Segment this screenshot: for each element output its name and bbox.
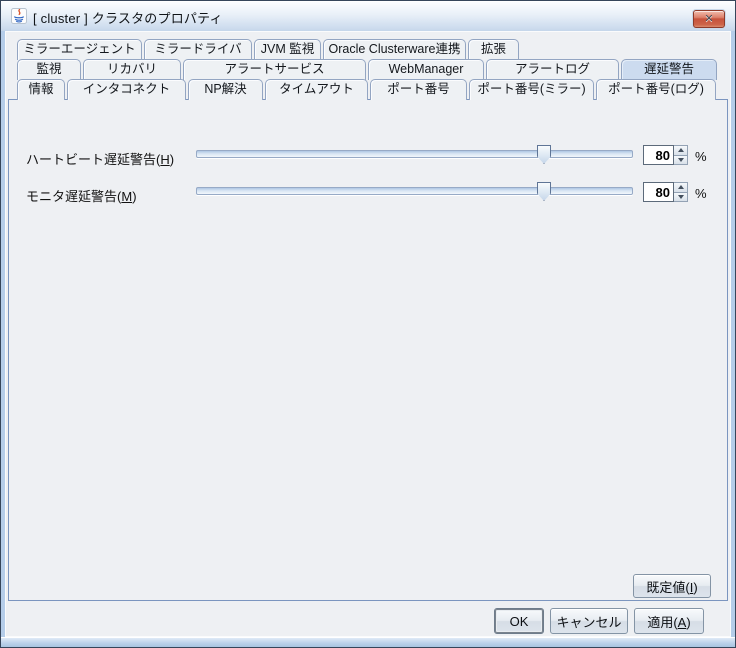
heartbeat-delay-input[interactable] bbox=[643, 145, 674, 165]
window-title: [ cluster ] クラスタのプロパティ bbox=[33, 8, 223, 27]
spinner-down-button[interactable] bbox=[674, 193, 688, 203]
titlebar[interactable]: [ cluster ] クラスタのプロパティ ✕ bbox=[1, 1, 735, 31]
button-text: ) bbox=[693, 580, 697, 595]
heartbeat-delay-spinner bbox=[643, 145, 688, 165]
arrow-down-icon bbox=[678, 195, 684, 199]
tab-port-number-mirror[interactable]: ポート番号(ミラー) bbox=[469, 79, 594, 100]
slider-track[interactable] bbox=[196, 187, 633, 195]
tab-recovery[interactable]: リカバリ bbox=[83, 59, 181, 80]
heartbeat-delay-slider[interactable] bbox=[196, 145, 633, 165]
tab-mirror-agent[interactable]: ミラーエージェント bbox=[17, 39, 142, 60]
ok-button[interactable]: OK bbox=[494, 608, 544, 634]
arrow-down-icon bbox=[678, 158, 684, 162]
window-bottom-frame bbox=[1, 637, 735, 647]
monitor-delay-label: モニタ遅延警告(M) bbox=[26, 186, 137, 205]
slider-thumb[interactable] bbox=[537, 145, 551, 164]
arrow-up-icon bbox=[678, 185, 684, 189]
label-text: ) bbox=[132, 189, 136, 204]
spinner-buttons bbox=[674, 182, 688, 202]
monitor-delay-input[interactable] bbox=[643, 182, 674, 202]
spinner-buttons bbox=[674, 145, 688, 165]
button-text: 適用( bbox=[647, 615, 677, 630]
tab-row-1: ミラーエージェント ミラードライバ JVM 監視 Oracle Clusterw… bbox=[17, 39, 519, 60]
tab-interconnect[interactable]: インタコネクト bbox=[67, 79, 186, 100]
tab-jvm-monitor[interactable]: JVM 監視 bbox=[254, 39, 321, 60]
tab-delay-warning[interactable]: 遅延警告 bbox=[621, 59, 717, 80]
tab-timeout[interactable]: タイムアウト bbox=[265, 79, 368, 100]
tab-mirror-driver[interactable]: ミラードライバ bbox=[144, 39, 252, 60]
apply-button[interactable]: 適用(A) bbox=[634, 608, 704, 634]
tab-port-number-log[interactable]: ポート番号(ログ) bbox=[596, 79, 716, 100]
button-text: ) bbox=[686, 615, 690, 630]
label-text: ) bbox=[170, 152, 174, 167]
tab-oracle-clusterware[interactable]: Oracle Clusterware連携 bbox=[323, 39, 466, 60]
java-icon bbox=[11, 8, 27, 24]
heartbeat-delay-label: ハートビート遅延警告(H) bbox=[26, 149, 174, 168]
spinner-up-button[interactable] bbox=[674, 182, 688, 193]
slider-thumb[interactable] bbox=[537, 182, 551, 201]
defaults-button[interactable]: 既定値(I) bbox=[633, 574, 711, 598]
tab-extension[interactable]: 拡張 bbox=[468, 39, 519, 60]
tab-monitor[interactable]: 監視 bbox=[17, 59, 81, 80]
arrow-up-icon bbox=[678, 148, 684, 152]
slider-track[interactable] bbox=[196, 150, 633, 158]
tab-row-3: 情報 インタコネクト NP解決 タイムアウト ポート番号 ポート番号(ミラー) … bbox=[17, 79, 716, 100]
close-button[interactable]: ✕ bbox=[693, 10, 725, 28]
delay-warning-panel: ハートビート遅延警告(H) % モニタ遅延警告(M) bbox=[8, 99, 728, 601]
tab-alert-log[interactable]: アラートログ bbox=[486, 59, 619, 80]
label-mnemonic: M bbox=[121, 189, 132, 204]
monitor-delay-slider[interactable] bbox=[196, 182, 633, 202]
tab-info[interactable]: 情報 bbox=[17, 79, 65, 100]
label-text: モニタ遅延警告( bbox=[26, 189, 121, 204]
tab-np-resolution[interactable]: NP解決 bbox=[188, 79, 263, 100]
heartbeat-percent-unit: % bbox=[695, 149, 707, 164]
tab-webmanager[interactable]: WebManager bbox=[368, 59, 484, 80]
spinner-down-button[interactable] bbox=[674, 156, 688, 166]
tab-port-number[interactable]: ポート番号 bbox=[370, 79, 467, 100]
button-text: 既定値( bbox=[646, 580, 689, 595]
monitor-percent-unit: % bbox=[695, 186, 707, 201]
cluster-properties-dialog: [ cluster ] クラスタのプロパティ ✕ ミラーエージェント ミラードラ… bbox=[0, 0, 736, 648]
close-icon: ✕ bbox=[704, 14, 713, 25]
tab-row-2: 監視 リカバリ アラートサービス WebManager アラートログ 遅延警告 bbox=[17, 59, 717, 80]
tab-alert-service[interactable]: アラートサービス bbox=[183, 59, 366, 80]
spinner-up-button[interactable] bbox=[674, 145, 688, 156]
label-mnemonic: H bbox=[160, 152, 169, 167]
label-text: ハートビート遅延警告( bbox=[26, 152, 160, 167]
dialog-client-area: ミラーエージェント ミラードライバ JVM 監視 Oracle Clusterw… bbox=[5, 31, 731, 637]
monitor-delay-spinner bbox=[643, 182, 688, 202]
cancel-button[interactable]: キャンセル bbox=[550, 608, 628, 634]
